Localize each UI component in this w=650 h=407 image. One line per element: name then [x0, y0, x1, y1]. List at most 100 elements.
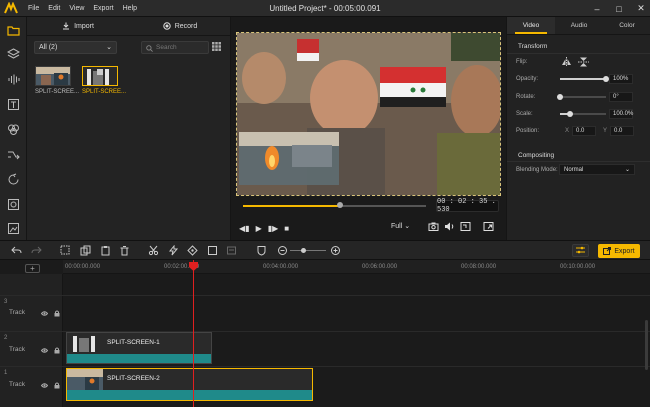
text-icon — [8, 99, 19, 110]
next-frame-icon[interactable]: ▮▶ — [268, 224, 279, 233]
lock-icon[interactable] — [54, 310, 60, 317]
nav-elements[interactable] — [5, 220, 22, 237]
blending-mode-value: Normal — [564, 167, 584, 173]
menu-file[interactable]: File — [28, 5, 39, 12]
import-button[interactable]: Import — [27, 17, 129, 35]
scale-slider[interactable] — [560, 111, 606, 117]
crop-button[interactable] — [207, 245, 218, 256]
expand-icon[interactable] — [483, 221, 494, 232]
rotate-input[interactable]: 0° — [609, 92, 633, 102]
zoom-fit-select[interactable]: Full ⌄ — [391, 222, 410, 230]
nav-filters[interactable] — [5, 196, 22, 213]
ruler-tick: 00:06:00.000 — [362, 264, 398, 270]
timeline-clip[interactable]: SPLIT-SCREEN-1 — [66, 332, 212, 364]
ruler-tick: 00:04:00.000 — [263, 264, 299, 270]
record-button[interactable]: Record — [129, 17, 231, 35]
tab-video[interactable]: Video — [507, 17, 555, 34]
media-filter-select[interactable]: All (2) ⌄ — [34, 41, 117, 54]
divider — [507, 161, 650, 162]
media-filter-value: All (2) — [39, 44, 58, 51]
transform-title: Transform — [518, 43, 548, 50]
lock-icon[interactable] — [54, 347, 60, 354]
track-name: Track — [9, 381, 26, 388]
zoom-out-button[interactable] — [277, 245, 288, 256]
speed-button[interactable] — [168, 244, 179, 256]
slider-handle[interactable] — [557, 94, 563, 100]
export-button[interactable]: Export — [598, 244, 640, 258]
flip-horizontal-icon[interactable] — [561, 57, 572, 67]
copy-icon — [80, 245, 91, 256]
zoom-in-button[interactable] — [330, 245, 341, 256]
delete-button[interactable] — [119, 245, 130, 256]
position-x-input[interactable]: 0.0 — [572, 126, 596, 136]
nav-audio[interactable] — [5, 71, 22, 88]
lock-icon[interactable] — [54, 382, 60, 389]
flip-vertical-icon[interactable] — [578, 57, 589, 67]
freeze-frame-icon — [227, 246, 236, 255]
slider-handle[interactable] — [567, 111, 574, 117]
time-ruler[interactable]: 00:00:00.000 00:02:00.000 00:04:00.000 0… — [63, 260, 650, 274]
undo-button[interactable] — [11, 245, 22, 256]
timeline-clip-selected[interactable]: SPLIT-SCREEN-2 — [66, 368, 313, 401]
copy-button[interactable] — [80, 245, 91, 256]
opacity-slider[interactable] — [560, 76, 609, 82]
eye-icon[interactable] — [41, 347, 48, 354]
clip-name: SPLIT-SCREEN-2 — [107, 375, 160, 382]
tab-color[interactable]: Color — [603, 17, 650, 34]
nav-media[interactable] — [5, 22, 22, 39]
nav-overlays[interactable] — [5, 171, 22, 188]
paste-button[interactable] — [100, 245, 111, 256]
close-icon[interactable]: ✕ — [636, 3, 646, 14]
nav-layers[interactable] — [5, 46, 22, 63]
timeline-zoom-slider[interactable] — [290, 248, 326, 253]
snapshot-icon[interactable] — [428, 221, 439, 232]
blending-mode-select[interactable]: Normal ⌄ — [559, 164, 635, 175]
properties-panel: Video Audio Color Transform Flip: Opacit… — [506, 17, 650, 240]
record-icon — [163, 22, 171, 30]
scrubber-handle[interactable] — [336, 202, 343, 208]
nav-transitions[interactable] — [5, 146, 22, 163]
opacity-input[interactable]: 100% — [609, 74, 633, 84]
zoom-slider-handle[interactable] — [301, 248, 306, 253]
rotate-slider[interactable] — [557, 94, 606, 100]
redo-button[interactable] — [31, 245, 42, 256]
grid-view-icon[interactable] — [212, 42, 221, 51]
eye-icon[interactable] — [41, 382, 48, 389]
timeline-settings-button[interactable] — [572, 244, 589, 257]
volume-icon[interactable] — [444, 221, 455, 232]
menu-edit[interactable]: Edit — [48, 5, 60, 12]
minimize-icon[interactable]: – — [592, 4, 602, 14]
stop-icon[interactable]: ■ — [284, 224, 289, 233]
maximize-icon[interactable]: □ — [614, 4, 624, 14]
nav-text[interactable] — [5, 96, 22, 113]
playhead-handle-icon[interactable] — [189, 262, 198, 271]
split-button[interactable] — [148, 245, 159, 256]
media-item-label: SPLIT-SCREE... — [35, 89, 80, 95]
media-thumbnail-selected[interactable] — [82, 66, 118, 86]
keyframe-icon — [187, 245, 198, 256]
crop-select-button[interactable] — [60, 245, 71, 256]
eye-icon[interactable] — [41, 310, 48, 317]
media-thumbnail[interactable] — [35, 66, 71, 86]
menu-view[interactable]: View — [69, 5, 84, 12]
scale-input[interactable]: 100.0% — [609, 109, 633, 119]
redo-icon — [31, 246, 42, 254]
preview-canvas[interactable] — [236, 32, 501, 196]
fullscreen-preview-icon[interactable] — [460, 221, 471, 232]
position-y-input[interactable]: 0.0 — [610, 126, 634, 136]
preview-scrubber[interactable] — [243, 202, 426, 208]
menu-export[interactable]: Export — [93, 5, 113, 12]
freeze-button[interactable] — [226, 245, 237, 256]
menu-help[interactable]: Help — [123, 5, 137, 12]
prev-frame-icon[interactable]: ◀▮ — [239, 224, 250, 233]
add-track-button[interactable]: + — [25, 264, 40, 273]
edit-toolbar: Export — [0, 240, 650, 260]
media-panel: Import Record All (2) ⌄ Search SPLIT-SCR… — [27, 17, 231, 240]
keyframe-button[interactable] — [187, 245, 198, 256]
nav-effects[interactable] — [5, 121, 22, 138]
tab-audio[interactable]: Audio — [555, 17, 603, 34]
media-search-input[interactable]: Search — [141, 41, 209, 54]
timeline-vertical-scrollbar[interactable] — [645, 320, 648, 370]
play-icon[interactable]: ▶ — [256, 224, 262, 233]
marker-button[interactable] — [256, 245, 267, 256]
